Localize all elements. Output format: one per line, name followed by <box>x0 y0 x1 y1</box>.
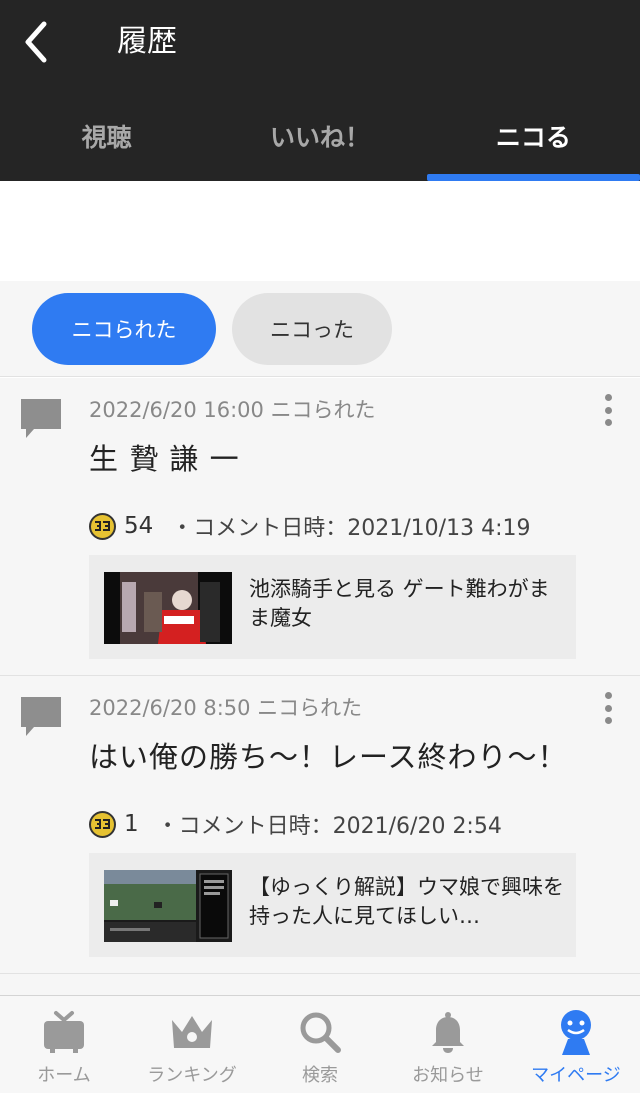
item-meta: 2022/6/20 16:00 ニコられた <box>89 398 376 422</box>
comment-date: ・コメント日時：2021/10/13 4:19 <box>171 516 531 541</box>
filter-nikotta-chip[interactable]: ニコった <box>232 293 392 365</box>
blank-area <box>0 181 640 281</box>
search-icon <box>296 1008 344 1056</box>
tab-like[interactable]: いいね！ <box>213 90 426 181</box>
back-button[interactable] <box>10 14 60 70</box>
nikoru-history-list: 2022/6/20 16:00 ニコられた 生 贄 謙 一 54 ・コメント日時… <box>0 378 640 998</box>
comment-date: ・コメント日時：2021/6/20 2:54 <box>156 814 502 839</box>
list-item: 2022/6/20 16:00 ニコられた 生 贄 謙 一 54 ・コメント日時… <box>0 378 640 676</box>
nav-notifications-label: お知らせ <box>412 1065 484 1086</box>
tv-icon <box>40 1008 88 1056</box>
video-card[interactable]: 池添騎手と見る ゲート難わがまま魔女 <box>89 555 576 659</box>
tab-nikoru[interactable]: ニコる <box>426 90 640 181</box>
nav-mypage[interactable]: マイページ <box>512 996 640 1093</box>
mypage-icon <box>552 1008 600 1056</box>
filter-bar: ニコられた ニコった <box>0 281 640 377</box>
niko-count: 1 <box>124 811 139 837</box>
more-options-button[interactable] <box>596 390 620 430</box>
more-dot-icon <box>604 717 612 724</box>
video-card[interactable]: 【ゆっくり解説】ウマ娘で興味を持った人に見てほしい… <box>89 853 576 957</box>
comment-text: はい俺の勝ち〜！レース終わり〜！ <box>89 740 568 774</box>
page-title: 履歴 <box>117 24 177 59</box>
more-dot-icon <box>604 394 612 401</box>
nav-ranking-label: ランキング <box>147 1065 237 1086</box>
more-dot-icon <box>604 406 612 414</box>
comment-icon <box>21 697 61 736</box>
bell-icon <box>424 1008 472 1056</box>
nikoru-icon <box>89 512 116 540</box>
niko-count: 54 <box>124 513 154 539</box>
video-title: 【ゆっくり解説】ウマ娘で興味を持った人に見てほしい… <box>249 875 564 928</box>
comment-icon <box>21 399 61 438</box>
bottom-navigation: ホーム ランキング 検索 お知らせ マイページ <box>0 995 640 1093</box>
video-thumbnail <box>104 870 232 942</box>
item-meta: 2022/6/20 8:50 ニコられた <box>89 696 363 720</box>
comment-text: 生 贄 謙 一 <box>89 442 240 476</box>
item-stats: 1 ・コメント日時：2021/6/20 2:54 <box>89 808 502 840</box>
history-tabs: 視聴 いいね！ ニコる <box>0 90 640 181</box>
nav-home[interactable]: ホーム <box>0 996 128 1093</box>
chevron-left-icon <box>25 21 47 63</box>
more-dot-icon <box>604 704 612 712</box>
nav-notifications[interactable]: お知らせ <box>384 996 512 1093</box>
video-title: 池添騎手と見る ゲート難わがまま魔女 <box>249 577 550 630</box>
app-header: 履歴 視聴 いいね！ ニコる <box>0 0 640 181</box>
item-stats: 54 ・コメント日時：2021/10/13 4:19 <box>89 510 530 542</box>
more-dot-icon <box>604 419 612 426</box>
list-item: 2022/6/20 8:50 ニコられた はい俺の勝ち〜！レース終わり〜！ 1 … <box>0 676 640 974</box>
nikoru-icon <box>89 810 116 838</box>
video-thumbnail <box>104 572 232 644</box>
nav-ranking[interactable]: ランキング <box>128 996 256 1093</box>
nav-home-label: ホーム <box>37 1065 91 1086</box>
crown-icon <box>168 1008 216 1056</box>
more-options-button[interactable] <box>596 688 620 728</box>
nav-mypage-label: マイページ <box>531 1065 621 1086</box>
tab-watch[interactable]: 視聴 <box>0 90 213 181</box>
nav-search-label: 検索 <box>302 1065 338 1086</box>
nav-search[interactable]: 検索 <box>256 996 384 1093</box>
more-dot-icon <box>604 692 612 699</box>
filter-nikorareta-chip[interactable]: ニコられた <box>32 293 216 365</box>
